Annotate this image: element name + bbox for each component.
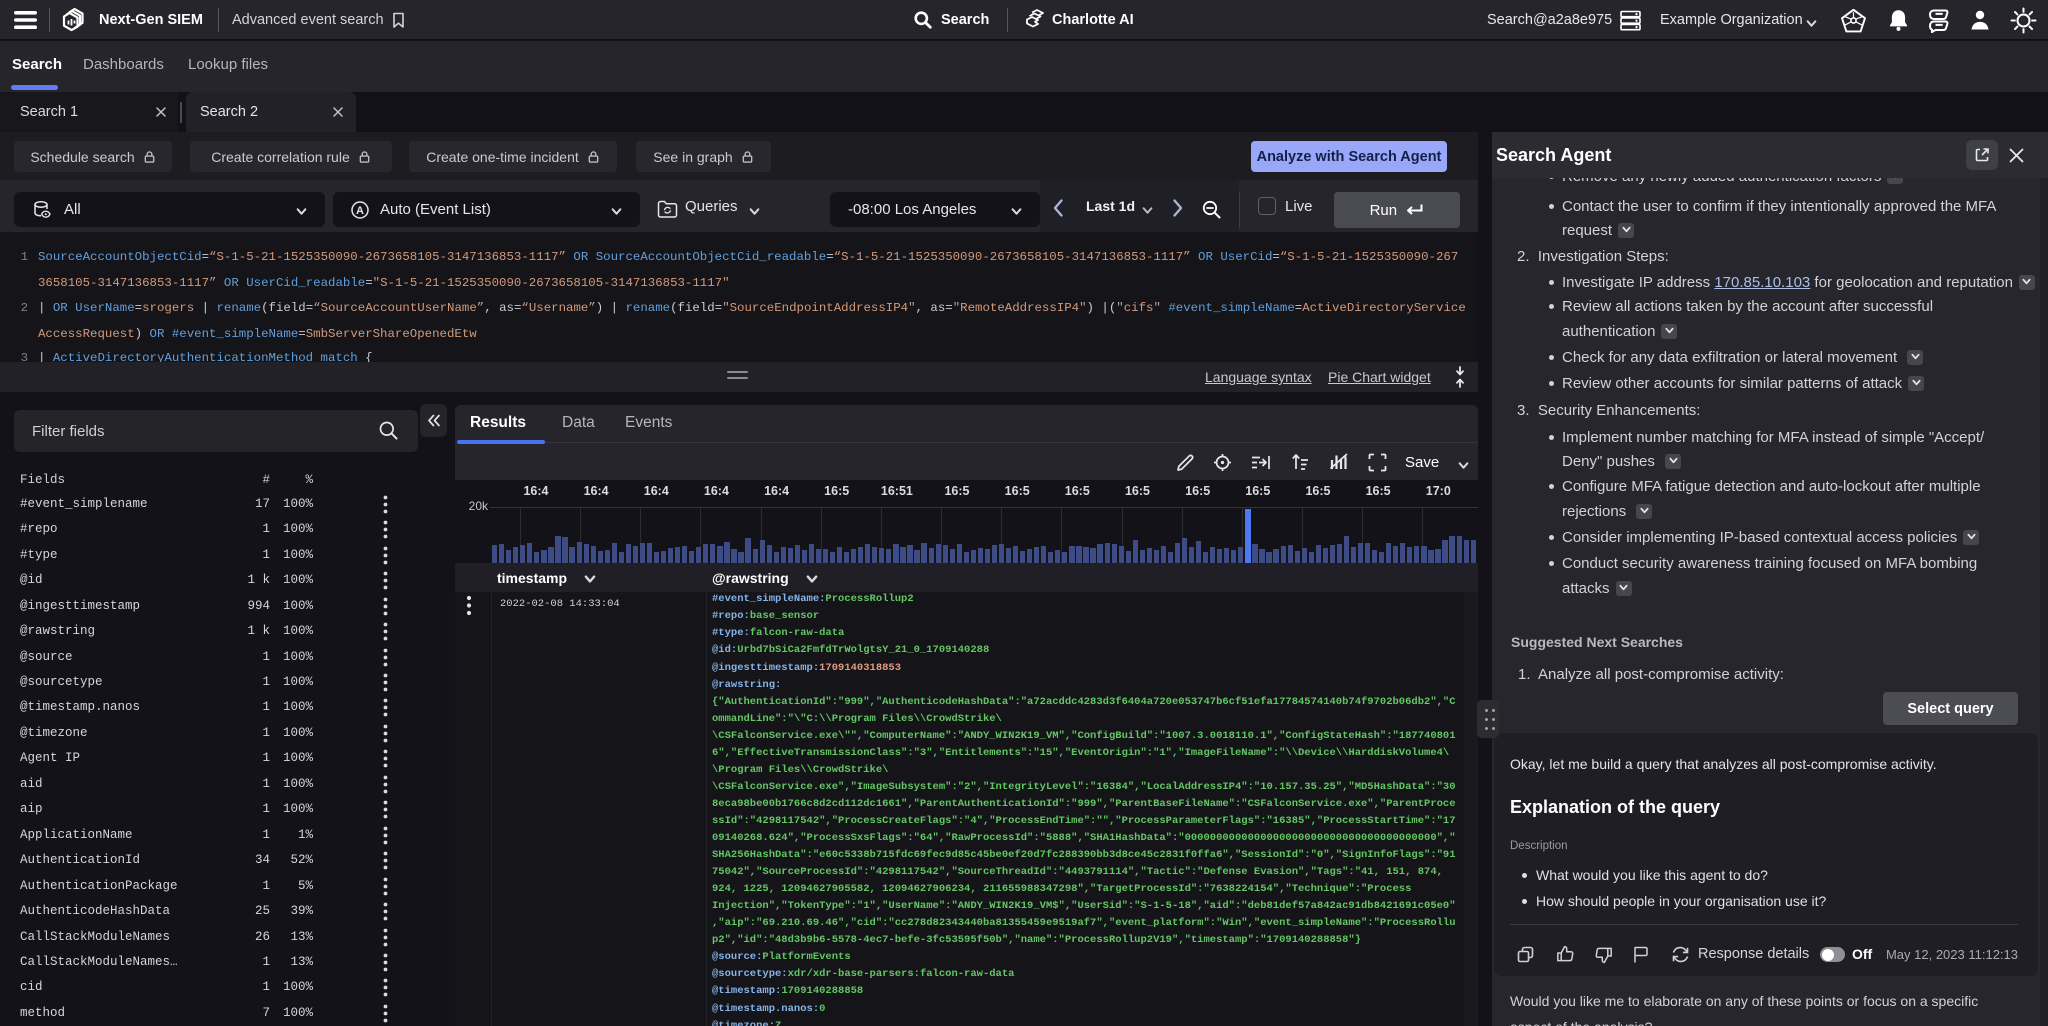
svg-text:A: A [356,205,364,217]
